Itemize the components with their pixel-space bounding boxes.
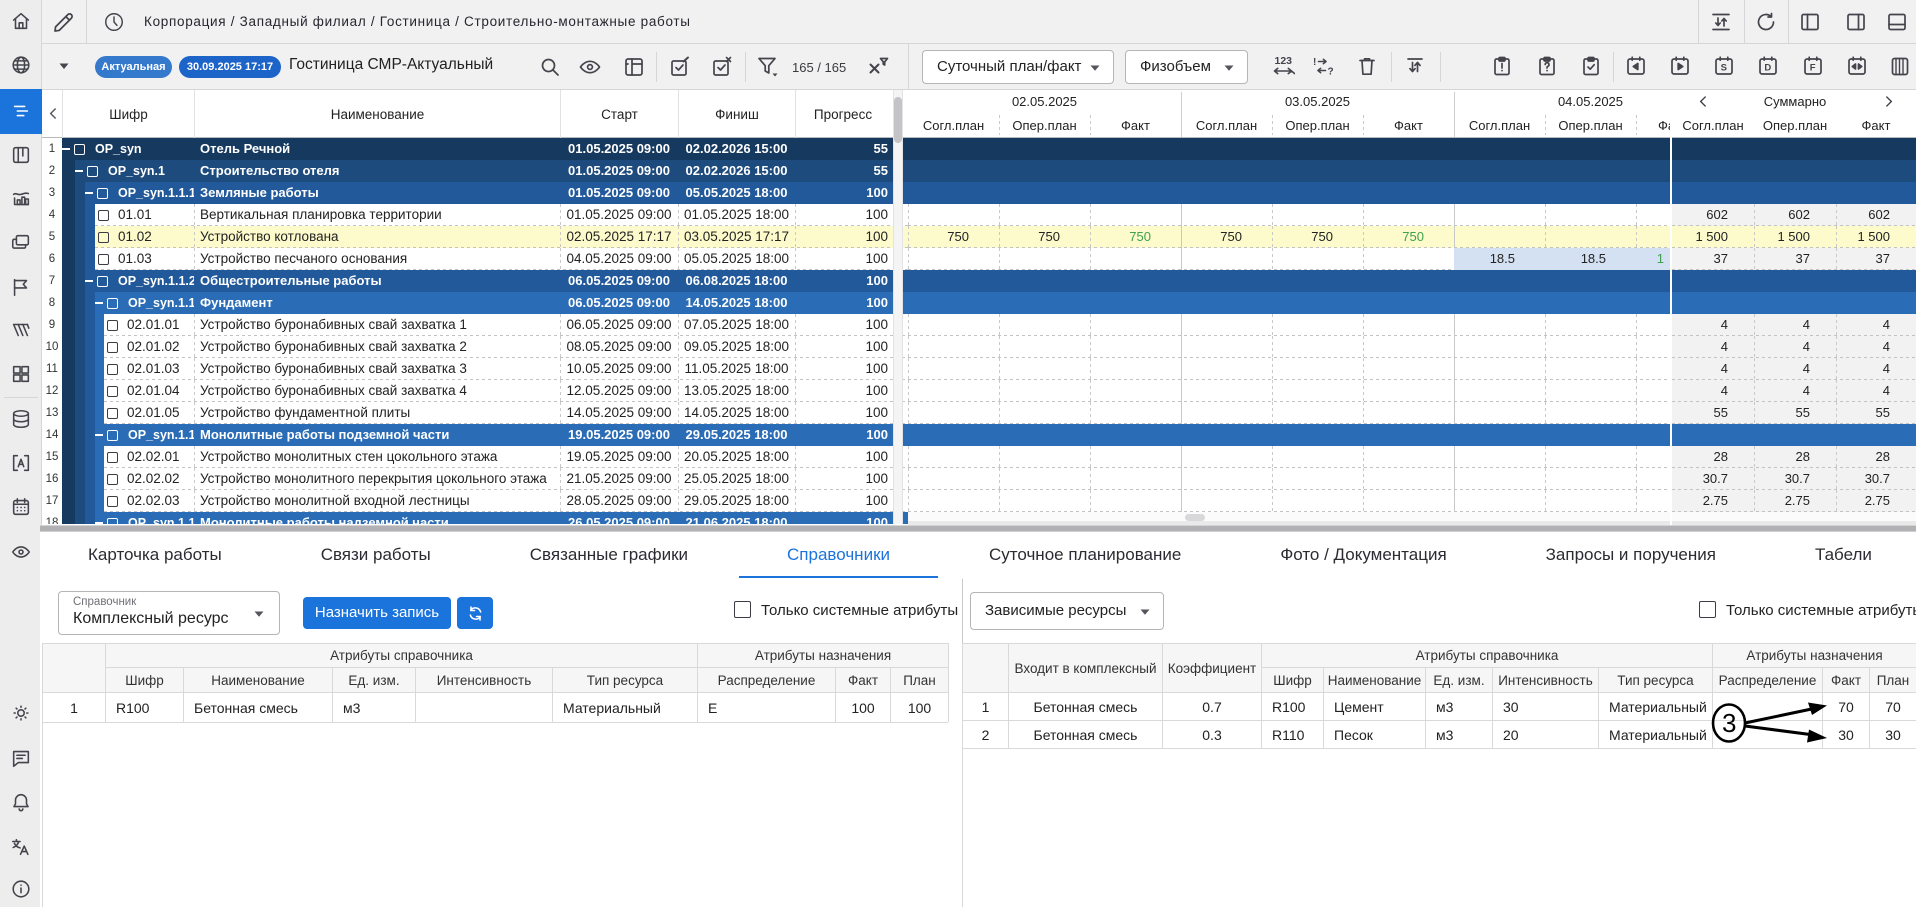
svg-text:?: ? [1328,67,1334,78]
svg-text:F: F [1810,62,1816,73]
svg-text:!: ! [1313,57,1316,68]
svg-text:S: S [1721,62,1727,73]
svg-text:D: D [1764,62,1771,73]
svg-text:123: 123 [1275,55,1293,67]
